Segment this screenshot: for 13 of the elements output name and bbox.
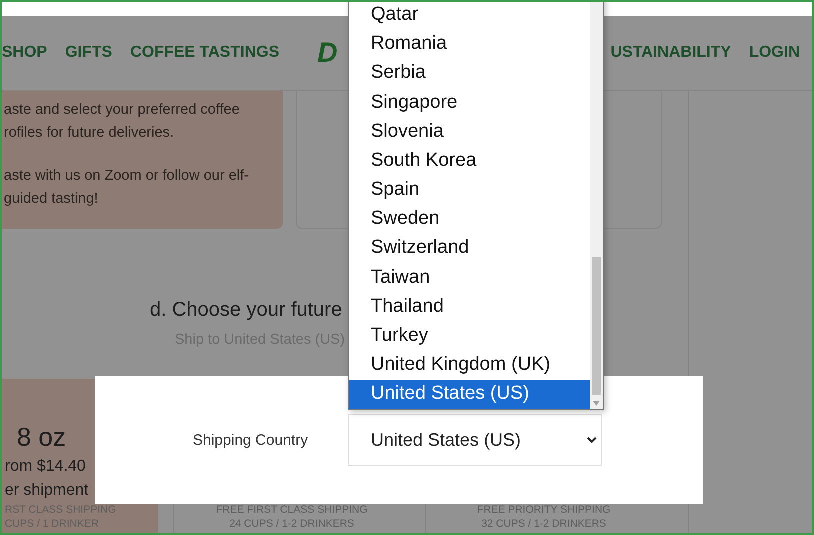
info-text: aste and select your preferred coffee rofiles for future deliveries. xyxy=(4,101,241,143)
country-select[interactable]: United States (US) xyxy=(348,414,602,466)
plan-price-note: er shipment xyxy=(5,481,89,501)
scroll-down-icon[interactable] xyxy=(593,401,600,406)
section-heading: d. Choose your future xyxy=(150,299,342,322)
scrollbar[interactable] xyxy=(590,2,603,409)
info-text: aste with us on Zoom or follow our elf-guided tasting! xyxy=(4,167,250,209)
dropdown-option[interactable]: United States (US) xyxy=(349,380,590,409)
chevron-icon xyxy=(587,436,597,444)
plan-price: rom $14.40 xyxy=(5,457,86,477)
field-label: Shipping Country xyxy=(193,432,310,448)
scrollbar-thumb[interactable] xyxy=(592,257,601,395)
plan-size: 8 oz xyxy=(17,422,66,453)
